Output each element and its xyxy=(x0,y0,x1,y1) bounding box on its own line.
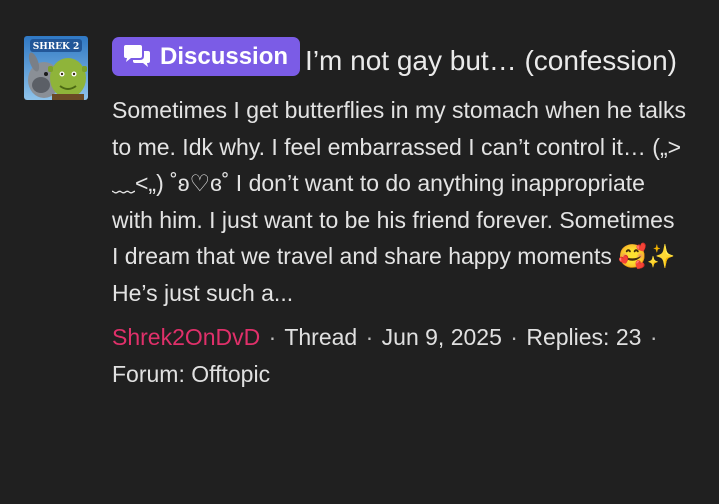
svg-text:SHREK 2: SHREK 2 xyxy=(33,42,80,52)
thread-content: Discussion I’m not gay but… (confession)… xyxy=(112,36,692,392)
discussion-prefix-label: Discussion xyxy=(160,42,289,70)
thread-title[interactable]: I’m not gay but… (confession) xyxy=(305,45,677,76)
meta-separator: · xyxy=(510,324,518,350)
meta-separator: · xyxy=(649,324,658,350)
thread-meta: Shrek2OnDvD · Thread · Jun 9, 2025 · Rep… xyxy=(112,319,692,392)
thread-result: SHREK 2 Discussion I’m not gay but… (con… xyxy=(24,36,704,476)
meta-separator: · xyxy=(365,324,374,350)
thread-title-row: Discussion I’m not gay but… (confession) xyxy=(112,35,692,83)
thread-snippet: Sometimes I get butterflies in my stomac… xyxy=(112,97,686,306)
replies-label: Replies: xyxy=(526,324,610,350)
avatar[interactable]: SHREK 2 xyxy=(24,36,88,100)
discussion-bubbles-icon xyxy=(122,44,152,69)
replies-count: 23 xyxy=(615,324,642,350)
content-type: Thread xyxy=(284,324,358,350)
author-link[interactable]: Shrek2OnDvD xyxy=(112,324,260,350)
forum-label: Forum: xyxy=(112,360,185,387)
meta-separator: · xyxy=(268,324,277,350)
forum-link[interactable]: Offtopic xyxy=(191,361,270,387)
thread-date: Jun 9, 2025 xyxy=(381,324,502,350)
discussion-prefix-badge[interactable]: Discussion xyxy=(112,37,301,76)
